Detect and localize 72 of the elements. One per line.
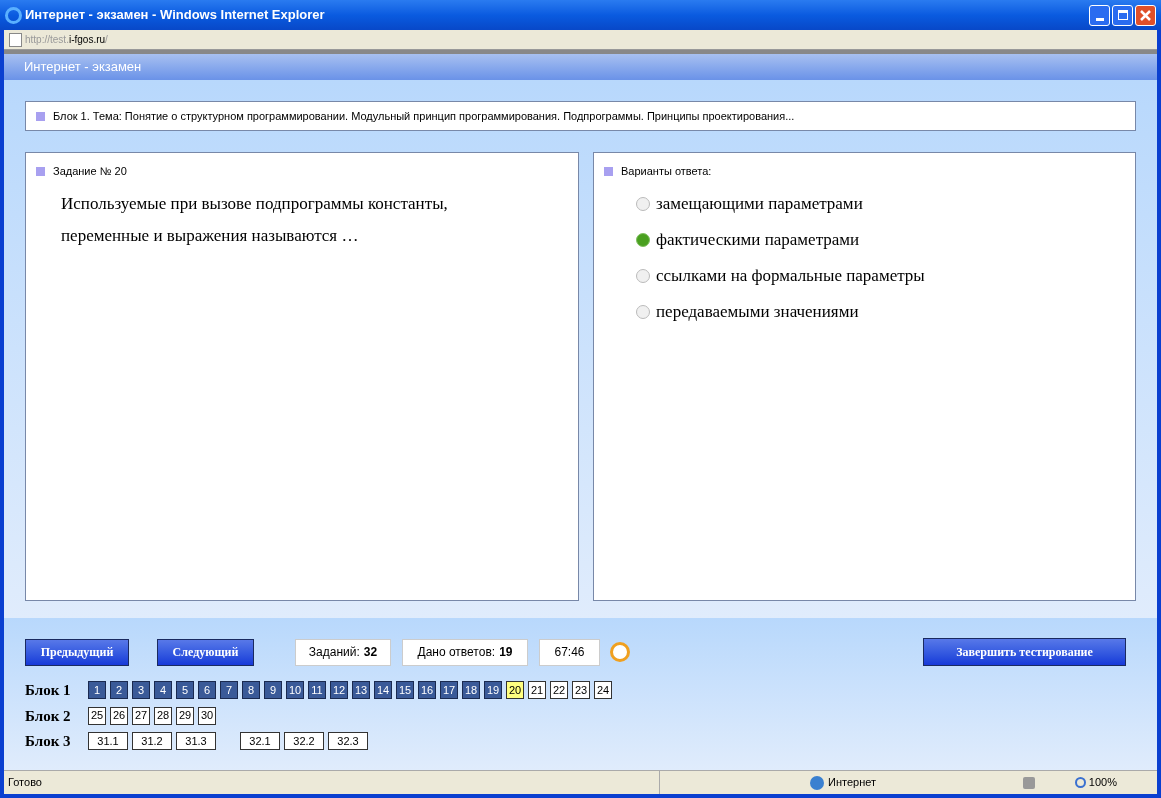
- question-number[interactable]: 24: [594, 681, 612, 700]
- question-number[interactable]: 15: [396, 681, 414, 700]
- question-number[interactable]: 28: [154, 706, 172, 725]
- question-number[interactable]: 31.2: [132, 732, 172, 751]
- block-label: Блок 2: [25, 706, 72, 726]
- question-number[interactable]: 30: [198, 706, 216, 725]
- tasks-value: 32: [363, 644, 378, 661]
- previous-button[interactable]: Предыдущий: [25, 638, 129, 666]
- topic-text: Блок 1. Тема: Понятие о структурном программировании. Модульный принцип программирования. Подпрограммы. Принципы проектирования...: [53, 108, 795, 124]
- bullet-icon: [604, 166, 613, 176]
- question-number[interactable]: 20: [506, 681, 524, 700]
- zone-text: Интернет: [828, 775, 876, 791]
- answers-label: Дано ответов:: [417, 644, 496, 661]
- page-icon: [9, 32, 22, 47]
- question-number[interactable]: 1: [88, 681, 106, 700]
- finish-button[interactable]: Завершить тестирование: [923, 638, 1126, 666]
- answer-option[interactable]: замещающими параметрами: [636, 191, 1125, 216]
- question-number[interactable]: 11: [308, 681, 326, 700]
- question-number[interactable]: 32.1: [240, 732, 280, 751]
- answer-option[interactable]: ссылками на формальные параметры: [636, 263, 1125, 288]
- question-number[interactable]: 8: [242, 681, 260, 700]
- question-number[interactable]: 31.3: [176, 732, 216, 751]
- status-text: Готово: [7, 775, 43, 791]
- question-number[interactable]: 27: [132, 706, 150, 725]
- block-label: Блок 3: [25, 732, 72, 751]
- question-number[interactable]: 6: [198, 681, 216, 700]
- question-number[interactable]: 12: [330, 681, 348, 700]
- question-number[interactable]: 32.3: [328, 732, 368, 751]
- question-number[interactable]: 4: [154, 681, 172, 700]
- bullet-icon: [36, 111, 45, 121]
- window-title: Интернет - экзамен - Windows Internet Explorer: [25, 6, 326, 25]
- radio-button[interactable]: [636, 232, 650, 247]
- question-number[interactable]: 9: [264, 681, 282, 700]
- question-number[interactable]: 26: [110, 706, 128, 725]
- question-text: Используемые при вызове подпрограммы константы, переменные и выражения называются …: [61, 192, 449, 247]
- question-number[interactable]: 23: [572, 681, 590, 700]
- question-heading: Задание № 20: [53, 164, 127, 179]
- question-number[interactable]: 14: [374, 681, 392, 700]
- question-number[interactable]: 10: [286, 681, 304, 700]
- question-number[interactable]: 2: [110, 681, 128, 700]
- question-number[interactable]: 19: [484, 681, 502, 700]
- answers-heading: Варианты ответа:: [621, 164, 712, 179]
- minimize-button[interactable]: [1089, 4, 1110, 26]
- radio-button[interactable]: [636, 196, 650, 211]
- question-number[interactable]: 16: [418, 681, 436, 700]
- question-number[interactable]: 31.1: [88, 732, 128, 751]
- question-number[interactable]: 18: [462, 681, 480, 700]
- radio-button[interactable]: [636, 304, 650, 319]
- maximize-button[interactable]: [1112, 4, 1133, 26]
- question-number[interactable]: 3: [132, 681, 150, 700]
- answer-option[interactable]: фактическими параметрами: [636, 227, 1125, 252]
- tasks-label: Заданий:: [308, 644, 360, 661]
- question-number[interactable]: 7: [220, 681, 238, 700]
- block-label: Блок 1: [25, 681, 72, 700]
- close-button[interactable]: [1135, 4, 1156, 26]
- answer-option[interactable]: передаваемыми значениями: [636, 299, 1125, 324]
- timer: 67:46: [539, 638, 600, 666]
- radio-button[interactable]: [636, 268, 650, 283]
- question-number[interactable]: 13: [352, 681, 370, 700]
- question-number[interactable]: 17: [440, 681, 458, 700]
- answers-value: 19: [499, 644, 513, 661]
- question-number[interactable]: 22: [550, 681, 568, 700]
- question-number[interactable]: 32.2: [284, 732, 324, 751]
- question-number[interactable]: 21: [528, 681, 546, 700]
- app-title: Интернет - экзамен: [24, 58, 142, 77]
- close-icon: [1140, 9, 1151, 21]
- question-number[interactable]: 25: [88, 706, 106, 725]
- zoom-level[interactable]: 100%: [1088, 774, 1117, 791]
- question-number[interactable]: 5: [176, 681, 194, 700]
- bullet-icon: [36, 166, 45, 176]
- question-number[interactable]: 29: [176, 706, 194, 725]
- next-button[interactable]: Следующий: [157, 638, 254, 666]
